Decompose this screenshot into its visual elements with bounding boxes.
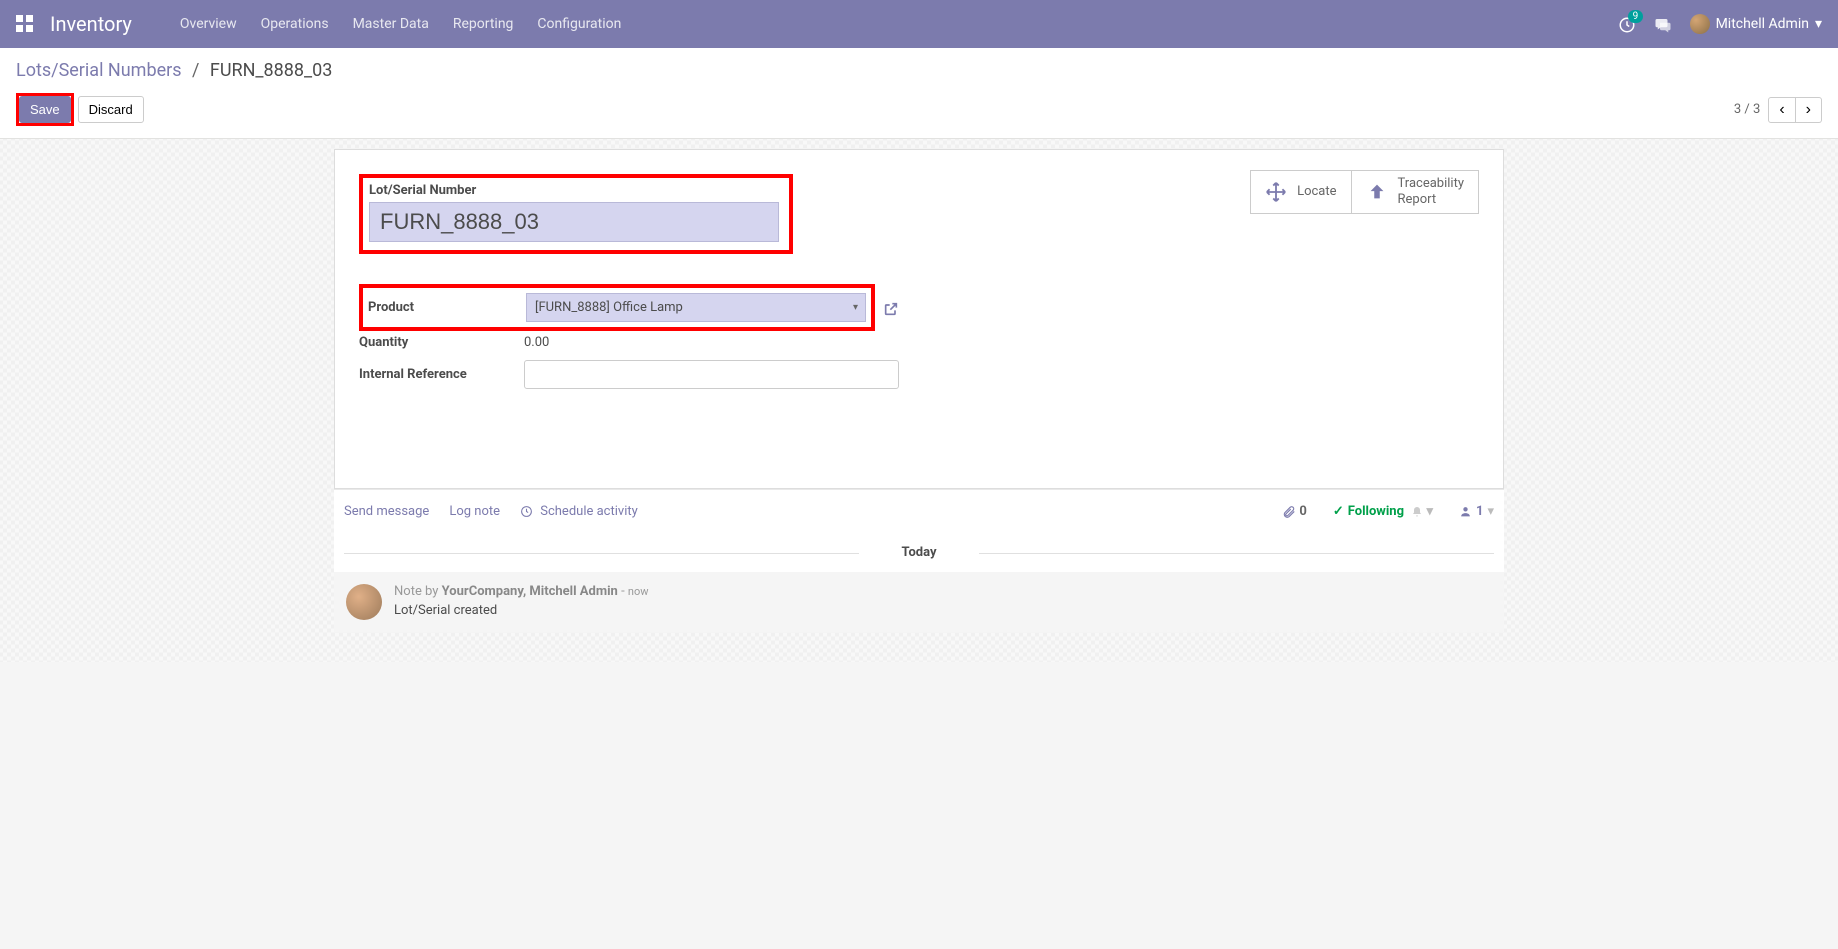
activity-count-badge: 9 bbox=[1628, 10, 1644, 23]
locate-label: Locate bbox=[1297, 184, 1336, 200]
activity-icon[interactable]: 9 bbox=[1618, 14, 1636, 34]
pager-text[interactable]: 3 / 3 bbox=[1734, 102, 1760, 117]
breadcrumb: Lots/Serial Numbers / FURN_8888_03 bbox=[16, 60, 332, 81]
log-note-button[interactable]: Log note bbox=[449, 504, 500, 519]
message-content: Lot/Serial created bbox=[394, 603, 649, 618]
user-icon bbox=[1459, 505, 1472, 518]
title-highlight: Lot/Serial Number bbox=[359, 174, 793, 254]
lot-serial-input[interactable] bbox=[369, 202, 779, 242]
save-highlight: Save bbox=[16, 93, 74, 126]
message-item: Note by YourCompany, Mitchell Admin - no… bbox=[334, 572, 1504, 632]
pager-next-button[interactable]: › bbox=[1796, 97, 1822, 123]
user-name: Mitchell Admin bbox=[1716, 16, 1809, 32]
user-menu[interactable]: Mitchell Admin ▾ bbox=[1690, 14, 1822, 34]
nav-configuration[interactable]: Configuration bbox=[537, 16, 621, 32]
content-area: Locate Traceability Report Lot/Serial Nu… bbox=[0, 139, 1838, 662]
quantity-label: Quantity bbox=[359, 335, 524, 350]
breadcrumb-sep: / bbox=[192, 60, 199, 81]
caret-down-icon: ▾ bbox=[1815, 16, 1822, 32]
lot-serial-label: Lot/Serial Number bbox=[369, 183, 779, 198]
product-select[interactable]: [FURN_8888] Office Lamp bbox=[526, 293, 866, 322]
save-button[interactable]: Save bbox=[19, 96, 71, 123]
message-avatar-icon bbox=[346, 584, 382, 620]
attachments-button[interactable]: 0 bbox=[1282, 504, 1307, 519]
discard-button[interactable]: Discard bbox=[78, 96, 144, 123]
form-sheet: Locate Traceability Report Lot/Serial Nu… bbox=[334, 149, 1504, 489]
apps-icon[interactable] bbox=[16, 15, 34, 33]
control-panel: Lots/Serial Numbers / FURN_8888_03 Save … bbox=[0, 48, 1838, 139]
stat-buttons: Locate Traceability Report bbox=[1250, 170, 1479, 214]
nav-menu: Overview Operations Master Data Reportin… bbox=[180, 16, 622, 32]
nav-reporting[interactable]: Reporting bbox=[453, 16, 514, 32]
followers-button[interactable]: 1 ▾ bbox=[1459, 504, 1494, 519]
product-highlight: Product [FURN_8888] Office Lamp ▾ bbox=[359, 284, 875, 331]
message-header: Note by YourCompany, Mitchell Admin - no… bbox=[394, 584, 649, 599]
paperclip-icon bbox=[1282, 505, 1296, 519]
send-message-button[interactable]: Send message bbox=[344, 504, 429, 519]
move-icon bbox=[1265, 181, 1287, 203]
breadcrumb-root[interactable]: Lots/Serial Numbers bbox=[16, 60, 182, 81]
nav-operations[interactable]: Operations bbox=[261, 16, 329, 32]
arrow-up-icon bbox=[1366, 181, 1388, 203]
traceability-button[interactable]: Traceability Report bbox=[1352, 170, 1479, 214]
nav-master-data[interactable]: Master Data bbox=[353, 16, 429, 32]
external-link-icon[interactable] bbox=[883, 298, 899, 317]
internal-ref-input[interactable] bbox=[524, 360, 899, 389]
product-label: Product bbox=[368, 300, 526, 315]
message-time: now bbox=[628, 585, 649, 598]
user-avatar-icon bbox=[1690, 14, 1710, 34]
breadcrumb-current: FURN_8888_03 bbox=[210, 60, 333, 81]
locate-button[interactable]: Locate bbox=[1250, 170, 1351, 214]
bell-icon: ▾ bbox=[1411, 504, 1433, 519]
traceability-label: Traceability Report bbox=[1398, 176, 1464, 207]
chatter: Send message Log note Schedule activity … bbox=[334, 489, 1504, 632]
following-button[interactable]: ✓Following ▾ bbox=[1333, 504, 1433, 519]
app-title[interactable]: Inventory bbox=[50, 12, 132, 36]
message-author: YourCompany, Mitchell Admin bbox=[442, 584, 618, 599]
nav-overview[interactable]: Overview bbox=[180, 16, 237, 32]
pager: 3 / 3 ‹ › bbox=[1734, 97, 1822, 123]
schedule-activity-button[interactable]: Schedule activity bbox=[520, 504, 638, 519]
check-icon: ✓ bbox=[1333, 504, 1344, 519]
quantity-value: 0.00 bbox=[524, 335, 549, 350]
date-separator: Today bbox=[334, 533, 1504, 572]
pager-prev-button[interactable]: ‹ bbox=[1768, 97, 1795, 123]
clock-icon bbox=[520, 504, 536, 519]
internal-ref-label: Internal Reference bbox=[359, 367, 524, 382]
chat-icon[interactable] bbox=[1654, 14, 1672, 34]
top-nav: Inventory Overview Operations Master Dat… bbox=[0, 0, 1838, 48]
